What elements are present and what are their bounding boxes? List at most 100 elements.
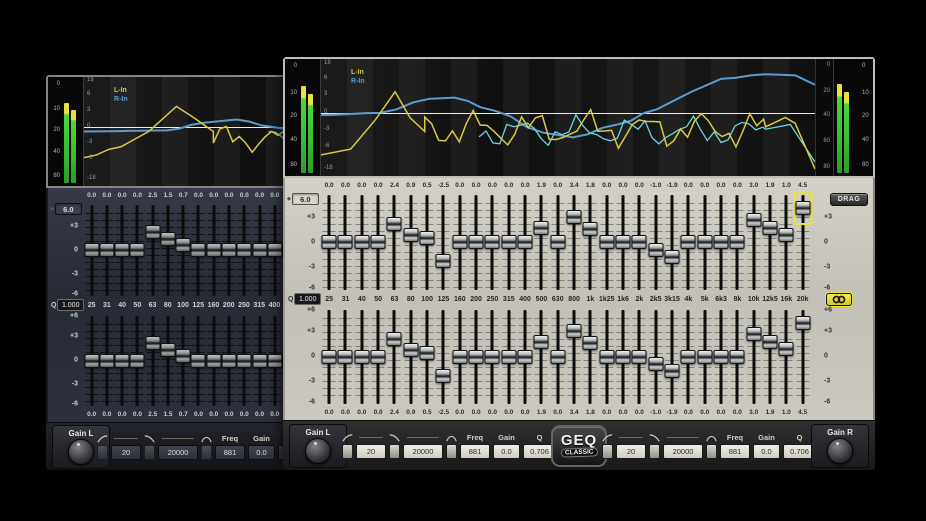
fader-cap[interactable] [387,217,402,231]
fader-cap[interactable] [145,225,160,239]
q-value-box[interactable]: 1.000 [57,299,84,311]
fader-cap[interactable] [534,335,549,349]
hpf-enable-button[interactable] [97,445,108,460]
fader-cap[interactable] [84,354,99,368]
fader-cap[interactable] [338,350,353,364]
fader-cap[interactable] [746,327,761,341]
fader-cap[interactable] [599,350,614,364]
fader-cap[interactable] [648,357,663,371]
fader-cap[interactable] [697,350,712,364]
link-button[interactable] [826,293,852,306]
hpf-enable-button[interactable] [342,444,353,459]
fader-cap[interactable] [160,343,175,357]
bell-enable-button[interactable] [446,444,457,459]
fader-cap[interactable] [485,235,500,249]
bell-enable-button[interactable] [706,444,717,459]
fader-cap[interactable] [436,369,451,383]
lpf-freq-field[interactable]: 20000 [663,444,703,459]
fader-cap[interactable] [222,243,237,257]
bell-enable-button[interactable] [201,445,212,460]
fader-cap[interactable] [763,221,778,235]
fader-cap[interactable] [371,235,386,249]
fader-cap[interactable] [730,350,745,364]
fader-cap[interactable] [84,243,99,257]
fader-cap[interactable] [746,213,761,227]
fader-cap[interactable] [469,235,484,249]
fader-cap[interactable] [267,243,282,257]
gain-knob-l[interactable] [305,438,331,464]
fader-cap[interactable] [714,350,729,364]
gain-range-button[interactable]: ◆6.0 [50,202,82,215]
fader-cap[interactable] [518,350,533,364]
fader-cap[interactable] [99,243,114,257]
fader-cap[interactable] [452,350,467,364]
hpf-enable-button[interactable] [602,444,613,459]
fader-cap[interactable] [697,235,712,249]
fader-cap[interactable] [145,336,160,350]
bell-gain-field[interactable]: 0.0 [493,444,520,459]
bell-freq-field[interactable]: 881 [215,445,245,460]
fader-cap[interactable] [322,350,337,364]
fader-cap[interactable] [206,243,221,257]
fader-cap[interactable] [354,350,369,364]
fader-cap[interactable] [191,354,206,368]
lpf-freq-field[interactable]: 20000 [403,444,443,459]
fader-cap[interactable] [501,350,516,364]
fader-cap[interactable] [567,210,582,224]
fader-cap[interactable] [176,349,191,363]
fader-cap[interactable] [795,201,810,215]
fader-cap[interactable] [252,354,267,368]
fader-cap[interactable] [616,235,631,249]
fader-cap[interactable] [222,354,237,368]
fader-cap[interactable] [550,235,565,249]
gain-knob-l[interactable] [68,439,94,465]
fader-cap[interactable] [763,335,778,349]
fader-cap[interactable] [534,221,549,235]
fader-cap[interactable] [387,332,402,346]
bell-gain-field[interactable]: 0.0 [753,444,780,459]
fader-cap[interactable] [237,243,252,257]
fader-cap[interactable] [436,254,451,268]
fader-cap[interactable] [354,235,369,249]
hpf-freq-field[interactable]: 20 [616,444,646,459]
fader-cap[interactable] [252,243,267,257]
fader-cap[interactable] [632,350,647,364]
fader-cap[interactable] [665,250,680,264]
fader-cap[interactable] [206,354,221,368]
fader-cap[interactable] [322,235,337,249]
fader-cap[interactable] [160,232,175,246]
fader-cap[interactable] [338,235,353,249]
bell-freq-field[interactable]: 881 [720,444,750,459]
fader-cap[interactable] [99,354,114,368]
fader-cap[interactable] [403,343,418,357]
fader-cap[interactable] [681,235,696,249]
fader-cap[interactable] [501,235,516,249]
fader-cap[interactable] [452,235,467,249]
fader-cap[interactable] [420,231,435,245]
fader-cap[interactable] [567,324,582,338]
fader-cap[interactable] [176,238,191,252]
fader-cap[interactable] [779,342,794,356]
fader-cap[interactable] [237,354,252,368]
gain-range-button[interactable]: ◆6.0 [287,192,319,205]
hpf-freq-field[interactable]: 20 [111,445,141,460]
lpf-freq-field[interactable]: 20000 [158,445,198,460]
hpf-freq-field[interactable]: 20 [356,444,386,459]
fader-cap[interactable] [550,350,565,364]
fader-cap[interactable] [730,235,745,249]
fader-cap[interactable] [371,350,386,364]
fader-cap[interactable] [648,243,663,257]
geq-classic-window-front[interactable]: 01020408018630-3-6-18L-InR-In02040608001… [283,57,875,470]
fader-cap[interactable] [632,235,647,249]
fader-cap[interactable] [267,354,282,368]
fader-cap[interactable] [599,235,614,249]
fader-cap[interactable] [191,243,206,257]
lpf-enable-button[interactable] [649,444,660,459]
drag-button[interactable]: DRAG [830,193,868,206]
fader-cap[interactable] [616,350,631,364]
fader-cap[interactable] [403,228,418,242]
fader-cap[interactable] [485,350,500,364]
fader-cap[interactable] [115,243,130,257]
lpf-enable-button[interactable] [389,444,400,459]
q-value-box[interactable]: 1.000 [294,293,321,305]
